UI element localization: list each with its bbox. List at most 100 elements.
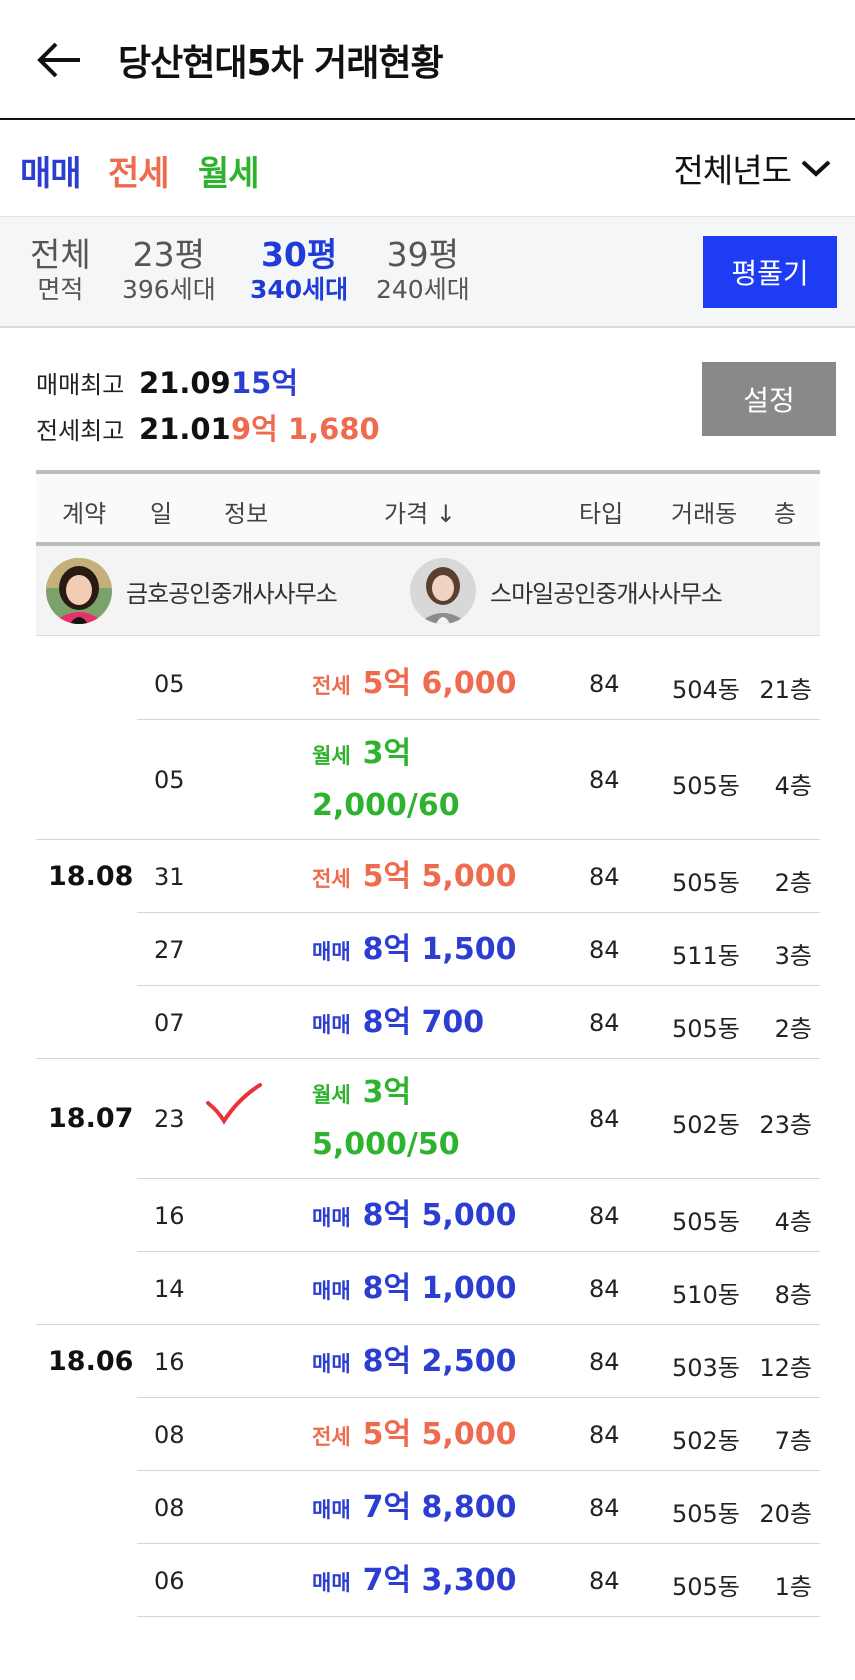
row-price: 매매 8억 5,000 <box>312 1192 516 1244</box>
row-floor: 8층 <box>774 1280 812 1309</box>
row-deal-kind: 매매 <box>312 1205 351 1230</box>
row-deal-kind: 매매 <box>312 1012 351 1037</box>
table-row[interactable]: 05 월세 3억 2,000/60 84 505동 4층 <box>36 720 820 840</box>
sale-max-price: 15억 <box>231 366 299 400</box>
area-30[interactable]: 30평 340세대 <box>250 235 348 305</box>
check-mark-icon <box>206 1083 262 1125</box>
row-price-amount: 7억 8,800 <box>362 1489 517 1525</box>
table-header: 계약 일 정보 가격 ↓ 타입 거래동 층 <box>36 470 820 546</box>
row-deal-kind: 매매 <box>312 1570 351 1595</box>
table-row[interactable]: 06 매매 7억 3,300 84 505동 1층 <box>36 1544 820 1617</box>
area-23[interactable]: 23평 396세대 <box>122 235 216 305</box>
jeonse-max-date: 21.01 <box>139 412 231 446</box>
row-dong: 502동 <box>672 1426 740 1455</box>
row-dong: 505동 <box>672 1014 740 1043</box>
col-price[interactable]: 가격 ↓ <box>384 494 456 529</box>
jeonse-max-row: 전세최고 21.01 9억 1,680 <box>36 406 380 448</box>
row-type: 84 <box>589 766 620 794</box>
area-sub: 면적 <box>37 275 84 304</box>
area-39[interactable]: 39평 240세대 <box>376 235 470 305</box>
table-row[interactable]: 16 매매 8억 5,000 84 505동 4층 <box>36 1179 820 1252</box>
row-deal-kind: 월세 <box>312 744 351 768</box>
row-price-amount: 3억 <box>362 736 412 771</box>
agent-name: 스마일공인중개사사무소 <box>490 579 723 608</box>
sale-max-row: 매매최고 21.09 15억 <box>36 360 298 402</box>
row-day: 16 <box>154 1347 185 1376</box>
table-row[interactable]: 18.08 31 전세 5억 5,000 84 505동 2층 <box>36 840 820 913</box>
row-deal-kind: 매매 <box>312 1351 351 1376</box>
row-day: 08 <box>154 1493 185 1522</box>
tab-sale[interactable]: 매매 <box>20 146 82 195</box>
row-month: 18.07 <box>48 1103 134 1134</box>
row-day: 07 <box>154 1008 185 1037</box>
row-price: 매매 7억 8,800 <box>312 1484 516 1536</box>
arrow-left-icon[interactable] <box>36 40 82 80</box>
table-row[interactable]: 05 전세 5억 6,000 84 504동 21층 <box>36 647 820 720</box>
area-label: 30평 <box>260 235 338 274</box>
row-floor: 4층 <box>774 1207 812 1236</box>
table-row[interactable]: 07 매매 8억 700 84 505동 2층 <box>36 986 820 1059</box>
year-select[interactable]: 전체년도 <box>674 144 833 192</box>
row-day: 14 <box>154 1274 185 1303</box>
tab-wolse[interactable]: 월세 <box>198 146 260 195</box>
jeonse-max-price: 9억 1,680 <box>231 412 380 446</box>
area-label: 23평 <box>132 235 206 274</box>
row-day: 27 <box>154 935 185 964</box>
row-day: 05 <box>154 669 185 698</box>
deal-type-row: 매매 전세 월세 전체년도 <box>0 122 855 216</box>
table-row[interactable]: 18.07 23 월세 3억 5,000/50 84 502동 23층 <box>36 1059 820 1179</box>
col-contract[interactable]: 계약 <box>62 494 106 529</box>
agent-item[interactable]: 금호공인중개사사무소 <box>46 558 338 624</box>
row-type: 84 <box>589 1274 620 1303</box>
col-dong[interactable]: 거래동 <box>671 494 737 529</box>
col-day[interactable]: 일 <box>150 494 172 529</box>
area-label: 39평 <box>386 235 460 274</box>
row-type: 84 <box>589 1201 620 1230</box>
area-bar: 전체 면적 23평 396세대 30평 340세대 39평 240세대 평풀기 <box>0 216 855 328</box>
row-deal-kind: 월세 <box>312 1083 351 1107</box>
solve-area-button[interactable]: 평풀기 <box>703 236 837 308</box>
agent-name: 금호공인중개사사무소 <box>126 579 338 608</box>
row-dong: 505동 <box>672 1207 740 1236</box>
row-floor: 23층 <box>759 1111 812 1139</box>
area-sub: 340세대 <box>250 275 349 304</box>
table-row[interactable]: 08 전세 5억 5,000 84 502동 7층 <box>36 1398 820 1471</box>
sale-max-label: 매매최고 <box>36 371 125 399</box>
col-info[interactable]: 정보 <box>224 494 268 529</box>
table-row[interactable]: 27 매매 8억 1,500 84 511동 3층 <box>36 913 820 986</box>
row-deal-kind: 매매 <box>312 939 351 964</box>
row-price: 전세 5억 6,000 <box>312 660 516 712</box>
tab-jeonse[interactable]: 전세 <box>108 146 170 195</box>
price-summary: 매매최고 21.09 15억 전세최고 21.01 9억 1,680 설정 <box>0 328 855 468</box>
row-price: 매매 8억 2,500 <box>312 1338 516 1390</box>
row-floor: 4층 <box>774 772 812 800</box>
row-dong: 505동 <box>672 1499 740 1528</box>
row-deal-kind: 전세 <box>312 1424 351 1449</box>
row-price: 매매 7억 3,300 <box>312 1557 516 1609</box>
row-floor: 7층 <box>774 1426 812 1455</box>
row-dong: 511동 <box>672 941 740 970</box>
row-price: 월세 3억 5,000/50 <box>312 1069 460 1173</box>
row-type: 84 <box>589 935 620 964</box>
row-price-amount: 3억 <box>362 1075 412 1110</box>
table-row[interactable]: 18.06 16 매매 8억 2,500 84 503동 12층 <box>36 1325 820 1398</box>
row-floor: 12층 <box>759 1353 812 1382</box>
year-select-label: 전체년도 <box>673 151 792 190</box>
row-price-amount: 5억 5,000 <box>362 1416 517 1452</box>
row-price-rent: 2,000/60 <box>312 788 460 823</box>
col-floor[interactable]: 층 <box>774 494 796 529</box>
settings-button[interactable]: 설정 <box>702 362 836 436</box>
table-row[interactable]: 14 매매 8억 1,000 84 510동 8층 <box>36 1252 820 1325</box>
col-type[interactable]: 타입 <box>579 494 623 529</box>
agent-item[interactable]: 스마일공인중개사사무소 <box>410 558 723 624</box>
table-row[interactable]: 08 매매 7억 8,800 84 505동 20층 <box>36 1471 820 1544</box>
app-header: 당산현대5차 거래현황 <box>0 0 855 120</box>
page-title: 당산현대5차 거래현황 <box>118 43 444 84</box>
chevron-down-icon <box>801 160 831 177</box>
row-price: 전세 5억 5,000 <box>312 853 516 905</box>
row-dong: 504동 <box>672 675 740 704</box>
row-floor: 1층 <box>774 1572 812 1601</box>
row-dong: 503동 <box>672 1353 740 1382</box>
row-dong: 505동 <box>672 1572 740 1601</box>
area-all[interactable]: 전체 면적 <box>30 235 91 305</box>
